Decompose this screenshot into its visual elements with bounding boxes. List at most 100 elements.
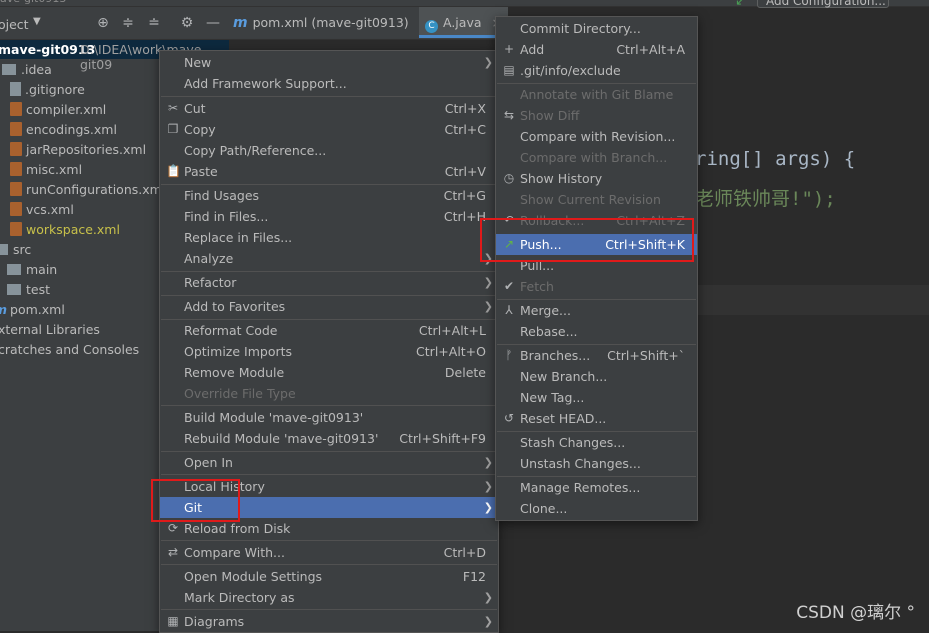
menu-item-analyze[interactable]: Analyze ❯ [160, 248, 498, 269]
menu-item-optimize-imports[interactable]: Optimize Imports Ctrl+Alt+O [160, 341, 498, 362]
tree-item-jarrepositories-xml[interactable]: jarRepositories.xml [10, 140, 146, 160]
git-menu-item-merge[interactable]: ⅄ Merge... [496, 300, 697, 321]
git-menu-item-new-tag[interactable]: New Tag... [496, 387, 697, 408]
tree-item-pom-xml[interactable]: mpom.xml [0, 300, 65, 320]
menu-item-replace-in-files[interactable]: Replace in Files... [160, 227, 498, 248]
copy-icon: ❐ [167, 122, 179, 136]
minimize-icon[interactable]: — [205, 15, 221, 31]
code-line-println: 老师铁帅哥!"); [695, 184, 836, 211]
tree-item-label: jarRepositories.xml [26, 142, 147, 157]
menu-item-shortcut: Ctrl+V [444, 164, 486, 179]
menu-item-remove-module[interactable]: Remove Module Delete [160, 362, 498, 383]
git-menu-item-new-branch[interactable]: New Branch... [496, 366, 697, 387]
fetch-icon: ✔ [503, 279, 515, 293]
menu-item-new[interactable]: New ❯ [160, 52, 498, 73]
tree-item-idea[interactable]: .idea [2, 60, 52, 80]
git-menu-item-branches[interactable]: ᚠ Branches... Ctrl+Shift+` [496, 345, 697, 366]
menu-item-override-file-type[interactable]: Override File Type [160, 383, 498, 404]
project-view-label[interactable]: oject [0, 17, 29, 32]
merge-icon: ⅄ [505, 303, 513, 317]
chevron-right-icon: ❯ [483, 56, 493, 69]
menu-item-label: Show History [520, 171, 603, 186]
menu-item-label: Add to Favorites [184, 299, 286, 314]
menu-item-rebuild-module-mave-git0913[interactable]: Rebuild Module 'mave-git0913' Ctrl+Shift+… [160, 428, 498, 449]
run-configuration-combo[interactable]: Add Configuration... [757, 0, 889, 8]
menu-item-copy[interactable]: ❐ Copy Ctrl+C [160, 119, 498, 140]
git-menu-item-clone[interactable]: Clone... [496, 498, 697, 519]
menu-item-add-to-favorites[interactable]: Add to Favorites ❯ [160, 296, 498, 317]
tree-item-main[interactable]: main [7, 260, 57, 280]
menu-item-label: Show Diff [520, 108, 580, 123]
menu-item-shortcut: Ctrl+Alt+L [418, 323, 486, 338]
menu-item-build-module-mave-git0913[interactable]: Build Module 'mave-git0913' [160, 407, 498, 428]
menu-item-open-in[interactable]: Open In ❯ [160, 452, 498, 473]
menu-item-label: Rebase... [520, 324, 578, 339]
menu-item-diagrams[interactable]: ▦ Diagrams ❯ [160, 611, 498, 632]
menu-item-label: Annotate with Git Blame [520, 87, 674, 102]
tree-item-test[interactable]: test [7, 280, 50, 300]
gear-icon[interactable]: ⚙ [179, 15, 195, 31]
git-menu-item-commit-directory[interactable]: Commit Directory... [496, 18, 697, 39]
xml-icon [10, 122, 22, 136]
vcs-update-icon[interactable]: ↙ [735, 0, 746, 9]
menu-item-find-in-files[interactable]: Find in Files... Ctrl+H [160, 206, 498, 227]
menu-item-find-usages[interactable]: Find Usages Ctrl+G [160, 185, 498, 206]
menu-item-refactor[interactable]: Refactor ❯ [160, 272, 498, 293]
menu-item-label: Optimize Imports [184, 344, 293, 359]
menu-item-label: Add [520, 42, 545, 57]
tree-item-compiler-xml[interactable]: compiler.xml [10, 100, 106, 120]
folder-icon [7, 284, 21, 295]
tree-item-vcs-xml[interactable]: vcs.xml [10, 200, 74, 220]
menu-item-shortcut: Ctrl+G [443, 188, 486, 203]
chevron-right-icon: ❯ [483, 480, 493, 493]
menu-item-label: Branches... [520, 348, 591, 363]
tree-item-external-libraries[interactable]: xternal Libraries [0, 320, 100, 340]
target-icon[interactable]: ⊕ [95, 15, 111, 31]
tree-item-workspace-xml[interactable]: workspace.xml [10, 220, 120, 240]
menu-item-label: Paste [184, 164, 218, 179]
menu-item-mark-directory-as[interactable]: Mark Directory as ❯ [160, 587, 498, 608]
git-menu-item-compare-with-revision[interactable]: Compare with Revision... [496, 126, 697, 147]
menu-item-add-framework-support[interactable]: Add Framework Support... [160, 73, 498, 94]
git-menu-item-show-history[interactable]: ◷ Show History [496, 168, 697, 189]
git-menu-item-reset-head[interactable]: ↺ Reset HEAD... [496, 408, 697, 429]
git-menu-item-add[interactable]: + Add Ctrl+Alt+A [496, 39, 697, 60]
expand-all-icon[interactable]: ≑ [120, 15, 136, 31]
menu-item-paste[interactable]: 📋 Paste Ctrl+V [160, 161, 498, 182]
menu-item-label: Manage Remotes... [520, 480, 641, 495]
menu-item-label: Copy Path/Reference... [184, 143, 327, 158]
menu-separator [161, 540, 497, 541]
menu-item-label: Analyze [184, 251, 234, 266]
git-menu-item-unstash-changes[interactable]: Unstash Changes... [496, 453, 697, 474]
git-menu-item-stash-changes[interactable]: Stash Changes... [496, 432, 697, 453]
project-toolbar: oject ▼ ⊕ ≑ ≐ ⚙ — [0, 7, 229, 40]
menu-item-label: Fetch [520, 279, 554, 294]
window-caption: ave-git0913 [0, 0, 66, 5]
git-menu-item-show-diff[interactable]: ⇆ Show Diff [496, 105, 697, 126]
menu-item-reformat-code[interactable]: Reformat Code Ctrl+Alt+L [160, 320, 498, 341]
git-menu-item-manage-remotes[interactable]: Manage Remotes... [496, 477, 697, 498]
git-menu-item-fetch[interactable]: ✔ Fetch [496, 276, 697, 297]
menu-item-open-module-settings[interactable]: Open Module Settings F12 [160, 566, 498, 587]
chevron-down-icon[interactable]: ▼ [33, 16, 41, 27]
tree-item-gitignore[interactable]: .gitignore [10, 80, 85, 100]
git-menu-item-compare-with-branch[interactable]: Compare with Branch... [496, 147, 697, 168]
collapse-all-icon[interactable]: ≐ [146, 15, 162, 31]
git-menu-item-git-info-exclude[interactable]: ▤ .git/info/exclude [496, 60, 697, 81]
menu-item-label: Mark Directory as [184, 590, 295, 605]
tree-item-scratches[interactable]: cratches and Consoles [0, 340, 139, 360]
git-menu-item-annotate-with-git-blame[interactable]: Annotate with Git Blame [496, 84, 697, 105]
menu-separator [161, 474, 497, 475]
menu-item-copy-path-reference[interactable]: Copy Path/Reference... [160, 140, 498, 161]
xml-icon [10, 162, 22, 176]
tree-item-encodings-xml[interactable]: encodings.xml [10, 120, 117, 140]
menu-item-cut[interactable]: ✂ Cut Ctrl+X [160, 98, 498, 119]
tree-item-src[interactable]: src [0, 240, 31, 260]
git-menu-item-rebase[interactable]: Rebase... [496, 321, 697, 342]
tree-item-runconfigurations-xml[interactable]: runConfigurations.xml [10, 180, 165, 200]
maven-icon: m [0, 302, 7, 317]
tree-item-misc-xml[interactable]: misc.xml [10, 160, 82, 180]
git-menu-item-show-current-revision[interactable]: Show Current Revision [496, 189, 697, 210]
menu-item-compare-with[interactable]: ⇄ Compare With... Ctrl+D [160, 542, 498, 563]
tab-pom-xml[interactable]: mpom.xml (mave-git0913) × [233, 7, 431, 38]
